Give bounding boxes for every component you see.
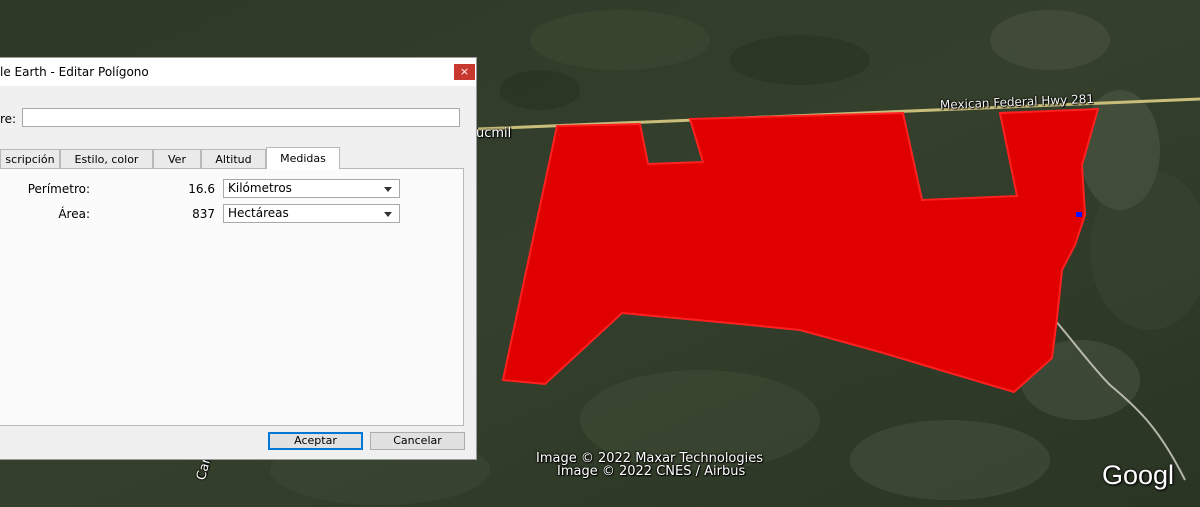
dialog-title: le Earth - Editar Polígono bbox=[0, 65, 149, 79]
tab-measurements[interactable]: Medidas bbox=[266, 147, 340, 169]
edit-polygon-dialog: le Earth - Editar Polígono × re: scripci… bbox=[0, 57, 477, 460]
tab-altitude[interactable]: Altitud bbox=[201, 149, 266, 168]
chevron-down-icon bbox=[384, 212, 392, 217]
measurements-panel: Perímetro: 16.6 Kilómetros Área: 837 Hec… bbox=[0, 168, 464, 426]
area-unit: Hectáreas bbox=[228, 206, 289, 220]
vertex-marker bbox=[1076, 212, 1082, 217]
area-value: 837 bbox=[192, 207, 215, 221]
imagery-copyright-2: Image © 2022 CNES / Airbus bbox=[557, 464, 746, 479]
name-input[interactable] bbox=[22, 108, 460, 127]
close-icon: × bbox=[459, 65, 470, 78]
accept-button[interactable]: Aceptar bbox=[268, 432, 363, 450]
town-label: ucmil bbox=[476, 126, 512, 141]
dialog-titlebar[interactable]: le Earth - Editar Polígono × bbox=[0, 58, 476, 86]
chevron-down-icon bbox=[384, 187, 392, 192]
perimeter-unit-select[interactable]: Kilómetros bbox=[223, 179, 400, 198]
google-logo: Googl bbox=[1102, 460, 1175, 490]
tab-description[interactable]: scripción bbox=[0, 149, 60, 168]
cancel-button[interactable]: Cancelar bbox=[370, 432, 465, 450]
perimeter-label: Perímetro: bbox=[27, 182, 90, 196]
area-label: Área: bbox=[58, 207, 90, 221]
close-button[interactable]: × bbox=[454, 64, 475, 80]
area-unit-select[interactable]: Hectáreas bbox=[223, 204, 400, 223]
tab-style-color[interactable]: Estilo, color bbox=[60, 149, 153, 168]
perimeter-value: 16.6 bbox=[188, 182, 215, 196]
name-label: re: bbox=[0, 112, 17, 126]
tab-view[interactable]: Ver bbox=[153, 149, 201, 168]
perimeter-unit: Kilómetros bbox=[228, 181, 292, 195]
